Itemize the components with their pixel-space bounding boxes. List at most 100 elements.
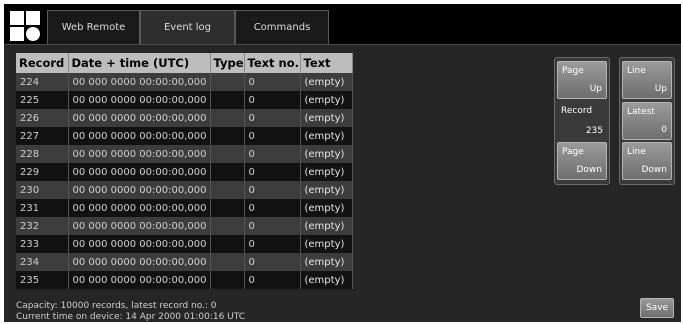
cell-datetime: 00 000 0000 00:00:00,000 [68, 127, 211, 145]
table-row: 225 00 000 0000 00:00:00,000 0 (empty) [16, 91, 353, 109]
page-navigation-panel: Page Up Record 235 Page Down [554, 57, 610, 185]
cell-record: 227 [16, 127, 69, 145]
cell-datetime: 00 000 0000 00:00:00,000 [68, 145, 211, 163]
table-body: 224 00 000 0000 00:00:00,000 0 (empty) 225 00… [16, 73, 353, 289]
logo-square-icon [26, 11, 40, 25]
cell-text: (empty) [300, 253, 353, 271]
cell-record: 225 [16, 91, 69, 109]
cell-text-no: 0 [244, 217, 301, 235]
cell-text: (empty) [300, 127, 353, 145]
cell-type [210, 73, 245, 91]
logo-square-icon [10, 27, 24, 41]
cell-datetime: 00 000 0000 00:00:00,000 [68, 91, 211, 109]
cell-datetime: 00 000 0000 00:00:00,000 [68, 109, 211, 127]
table-row: 229 00 000 0000 00:00:00,000 0 (empty) [16, 163, 353, 181]
top-bar: Web Remote Event log Commands [4, 4, 681, 44]
cell-datetime: 00 000 0000 00:00:00,000 [68, 253, 211, 271]
cell-text: (empty) [300, 235, 353, 253]
latest-label: Latest [627, 107, 655, 117]
table-row: 228 00 000 0000 00:00:00,000 0 (empty) [16, 145, 353, 163]
record-label: Record [561, 106, 593, 116]
page-up-sublabel: Up [589, 84, 602, 94]
page-down-label: Page [562, 147, 584, 157]
cell-datetime: 00 000 0000 00:00:00,000 [68, 271, 211, 289]
cell-record: 229 [16, 163, 69, 181]
cell-datetime: 00 000 0000 00:00:00,000 [68, 235, 211, 253]
record-value: 235 [585, 126, 603, 136]
tab-event-log[interactable]: Event log [140, 10, 235, 44]
cell-text: (empty) [300, 217, 353, 235]
line-down-sublabel: Down [641, 165, 667, 175]
cell-type [210, 109, 245, 127]
cell-text: (empty) [300, 73, 353, 91]
cell-text-no: 0 [244, 145, 301, 163]
save-button[interactable]: Save [640, 298, 674, 318]
table-row: 224 00 000 0000 00:00:00,000 0 (empty) [16, 73, 353, 91]
cell-datetime: 00 000 0000 00:00:00,000 [68, 73, 211, 91]
line-down-button[interactable]: Line Down [622, 142, 672, 180]
cell-text-no: 0 [244, 127, 301, 145]
cell-text-no: 0 [244, 163, 301, 181]
cell-datetime: 00 000 0000 00:00:00,000 [68, 181, 211, 199]
cell-text: (empty) [300, 91, 353, 109]
cell-record: 231 [16, 199, 69, 217]
line-up-button[interactable]: Line Up [622, 61, 672, 99]
cell-text-no: 0 [244, 73, 301, 91]
cell-record: 224 [16, 73, 69, 91]
cell-text: (empty) [300, 109, 353, 127]
event-log-content: Record Date + time (UTC) Type Text no. T… [4, 44, 681, 322]
log-info: Capacity: 10000 records, latest record n… [16, 301, 245, 322]
cell-type [210, 145, 245, 163]
cell-type [210, 91, 245, 109]
cell-type [210, 217, 245, 235]
cell-type [210, 235, 245, 253]
column-header-text-no: Text no. [244, 53, 301, 73]
record-display: Record 235 [557, 102, 607, 140]
page-down-sublabel: Down [576, 165, 602, 175]
logo-icon [10, 11, 40, 41]
cell-text: (empty) [300, 271, 353, 289]
table-row: 231 00 000 0000 00:00:00,000 0 (empty) [16, 199, 353, 217]
column-header-text: Text [300, 53, 353, 73]
cell-record: 232 [16, 217, 69, 235]
cell-record: 235 [16, 271, 69, 289]
tab-commands[interactable]: Commands [235, 10, 329, 44]
cell-datetime: 00 000 0000 00:00:00,000 [68, 163, 211, 181]
cell-type [210, 253, 245, 271]
logo-square-icon [10, 11, 24, 25]
cell-text: (empty) [300, 145, 353, 163]
cell-text-no: 0 [244, 109, 301, 127]
page-up-label: Page [562, 66, 584, 76]
page-down-button[interactable]: Page Down [557, 142, 607, 180]
table-row: 233 00 000 0000 00:00:00,000 0 (empty) [16, 235, 353, 253]
cell-text-no: 0 [244, 253, 301, 271]
line-up-label: Line [627, 66, 646, 76]
cell-text-no: 0 [244, 235, 301, 253]
cell-datetime: 00 000 0000 00:00:00,000 [68, 199, 211, 217]
cell-text: (empty) [300, 163, 353, 181]
latest-value: 0 [661, 125, 667, 135]
current-time-text: Current time on device: 14 Apr 2000 01:0… [16, 312, 246, 322]
event-log-table: Record Date + time (UTC) Type Text no. T… [16, 53, 353, 289]
cell-text-no: 0 [244, 271, 301, 289]
cell-record: 233 [16, 235, 69, 253]
tab-web-remote[interactable]: Web Remote [47, 10, 140, 44]
cell-record: 230 [16, 181, 69, 199]
cell-text: (empty) [300, 199, 353, 217]
cell-text-no: 0 [244, 181, 301, 199]
cell-record: 226 [16, 109, 69, 127]
page-up-button[interactable]: Page Up [557, 61, 607, 99]
logo-circle-icon [26, 27, 40, 41]
column-header-type: Type [210, 53, 245, 73]
column-header-record: Record [16, 53, 69, 73]
latest-button[interactable]: Latest 0 [622, 102, 672, 140]
cell-type [210, 163, 245, 181]
cell-datetime: 00 000 0000 00:00:00,000 [68, 217, 211, 235]
table-row: 230 00 000 0000 00:00:00,000 0 (empty) [16, 181, 353, 199]
cell-text-no: 0 [244, 91, 301, 109]
column-header-datetime: Date + time (UTC) [68, 53, 211, 73]
cell-record: 234 [16, 253, 69, 271]
table-row: 227 00 000 0000 00:00:00,000 0 (empty) [16, 127, 353, 145]
table-row: 235 00 000 0000 00:00:00,000 0 (empty) [16, 271, 353, 289]
cell-text: (empty) [300, 181, 353, 199]
